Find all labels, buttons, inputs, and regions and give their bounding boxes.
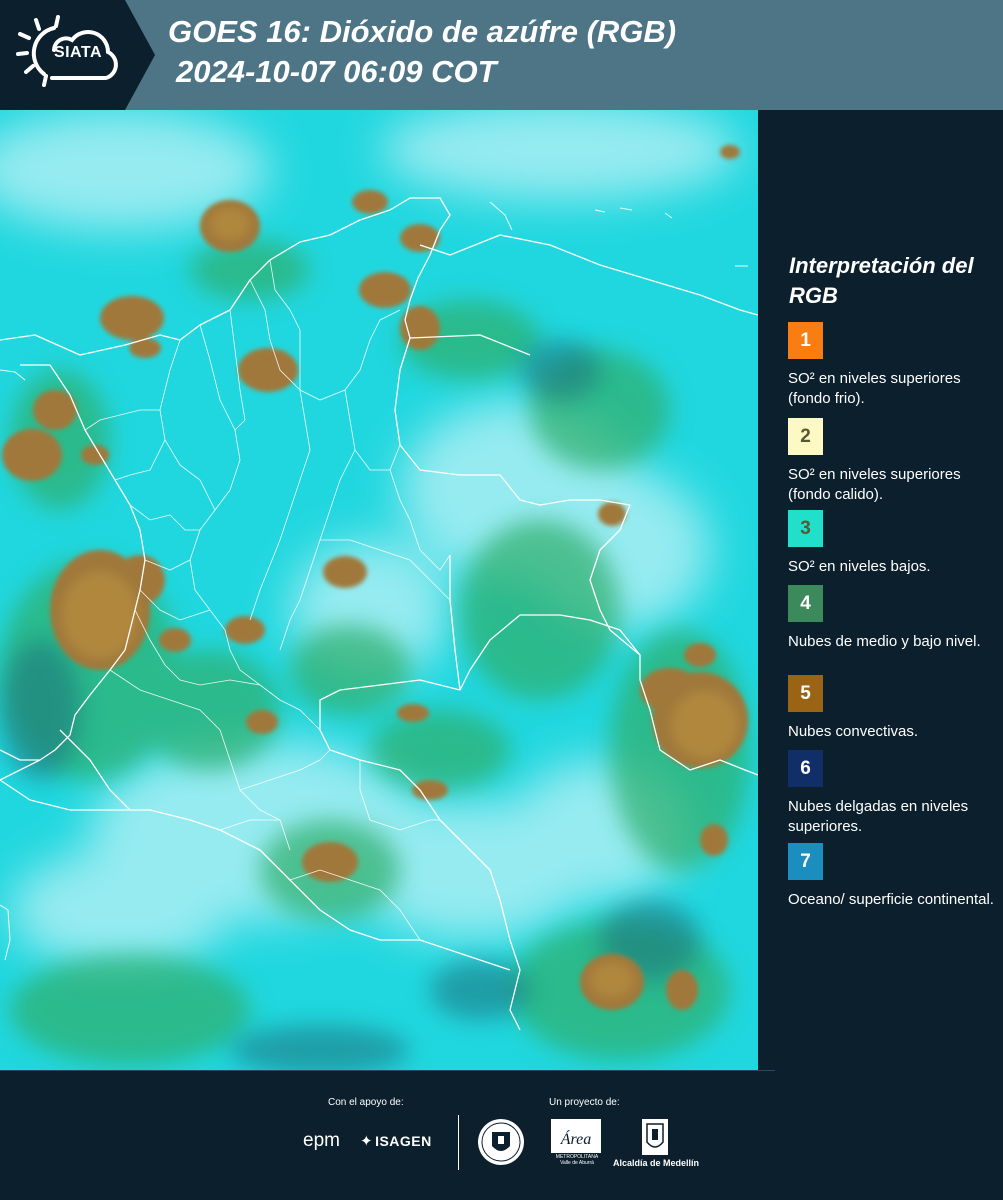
- legend-item-3: 3 SO² en niveles bajos.: [788, 510, 1000, 577]
- legend-swatch: 5: [788, 675, 823, 712]
- area-metropolitana-logo: Área: [551, 1119, 601, 1153]
- support-caption: Con el apoyo de:: [328, 1097, 404, 1108]
- legend-label: Oceano/ superficie continental.: [788, 891, 994, 908]
- legend-item-4: 4 Nubes de medio y bajo nivel.: [788, 585, 1000, 652]
- legend-label: Nubes convectivas.: [788, 723, 919, 740]
- legend-item-5: 5 Nubes convectivas.: [788, 675, 1000, 742]
- area-logo-text: Área: [560, 1129, 592, 1148]
- isagen-logo: ✦ ISAGEN: [360, 1132, 432, 1150]
- footer-divider: [458, 1115, 459, 1170]
- legend-title: Interpretación del RGB: [789, 253, 974, 308]
- footer-bar: Con el apoyo de: Un proyecto de: epm ✦ IS…: [0, 1070, 1003, 1200]
- legend-item-7: 7 Oceano/ superficie continental.: [788, 843, 1000, 910]
- legend-label: SO² en niveles bajos.: [788, 558, 931, 575]
- legend-swatch: 2: [788, 418, 823, 455]
- legend-swatch: 3: [788, 510, 823, 547]
- medellin-seal-icon: [478, 1119, 524, 1165]
- legend-label: SO² en niveles superiores (fondo frio).: [788, 370, 961, 407]
- isagen-logo-text: ISAGEN: [375, 1133, 432, 1149]
- legend-swatch: 1: [788, 322, 823, 359]
- project-caption: Un proyecto de:: [549, 1097, 620, 1108]
- page-timestamp: 2024-10-07 06:09 COT: [176, 54, 497, 89]
- alcaldia-crest-icon: [642, 1119, 668, 1155]
- header-bar: SIATA GOES 16: Dióxido de azúfre (RGB) 2…: [0, 0, 1003, 110]
- satellite-map: [0, 110, 758, 1070]
- legend-label: Nubes de medio y bajo nivel.: [788, 633, 981, 650]
- satellite-image: [0, 110, 758, 1070]
- alcaldia-caption: Alcaldía de Medellín: [613, 1158, 700, 1168]
- logo-text: SIATA: [53, 44, 103, 61]
- isagen-icon: ✦: [360, 1133, 374, 1150]
- legend-label: SO² en niveles superiores (fondo calido)…: [788, 466, 961, 503]
- siata-logo: SIATA: [0, 0, 155, 110]
- legend-item-2: 2 SO² en niveles superiores (fondo calid…: [788, 418, 1000, 505]
- legend-label: Nubes delgadas en niveles superiores.: [788, 798, 969, 835]
- footer-divider-line: [0, 1070, 775, 1071]
- legend-swatch: 7: [788, 843, 823, 880]
- page-title: GOES 16: Dióxido de azúfre (RGB): [168, 14, 677, 49]
- legend-swatch: 4: [788, 585, 823, 622]
- epm-logo: epm: [303, 1130, 340, 1152]
- legend-panel: Interpretación del RGB 1 SO² en niveles …: [760, 110, 1003, 1070]
- area-metropolitana-caption: METROPOLITANA Valle de Aburrá: [555, 1154, 599, 1166]
- epm-logo-text: epm: [303, 1130, 340, 1151]
- legend-item-1: 1 SO² en niveles superiores (fondo frio)…: [788, 322, 1000, 409]
- legend-swatch: 6: [788, 750, 823, 787]
- legend-item-6: 6 Nubes delgadas en niveles superiores.: [788, 750, 1000, 837]
